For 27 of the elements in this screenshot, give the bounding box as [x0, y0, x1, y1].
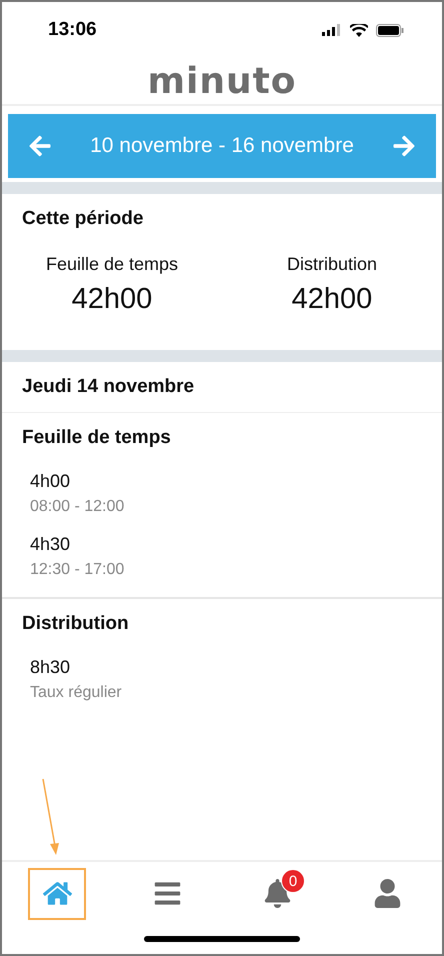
stat-label: Feuille de temps: [46, 254, 178, 275]
period-label: 10 novembre - 16 novembre: [90, 134, 354, 158]
stat-value: 42h00: [292, 283, 372, 316]
battery-icon: [376, 24, 404, 36]
next-button[interactable]: [392, 134, 416, 158]
entry-hours: 8h30: [30, 657, 72, 678]
bell-icon: [262, 878, 292, 908]
entry-detail: Taux régulier: [30, 684, 123, 702]
entry-hours: 4h00: [30, 471, 72, 492]
stat-value: 42h00: [72, 283, 152, 316]
previous-button[interactable]: [28, 134, 52, 158]
entry-hours: 4h30: [30, 534, 72, 555]
day-title: Jeudi 14 novembre: [2, 362, 442, 413]
notification-badge: 0: [281, 869, 305, 893]
section-title: Cette période: [21, 207, 144, 231]
entry-detail: 08:00 - 12:00: [30, 498, 126, 516]
stat-label: Distribution: [286, 254, 378, 275]
signal-icon: [322, 24, 342, 36]
tab-button[interactable]: 0: [222, 867, 332, 919]
section-title: Distribution: [21, 612, 130, 636]
logo: minuto: [147, 60, 297, 102]
section-title: Feuille de temps: [21, 426, 172, 450]
entry-detail: 12:30 - 17:00: [30, 561, 126, 579]
wifi-icon: [350, 24, 368, 36]
status-time: 13:06: [48, 19, 97, 41]
user-icon: [372, 878, 402, 908]
highlight-box: [28, 868, 86, 920]
